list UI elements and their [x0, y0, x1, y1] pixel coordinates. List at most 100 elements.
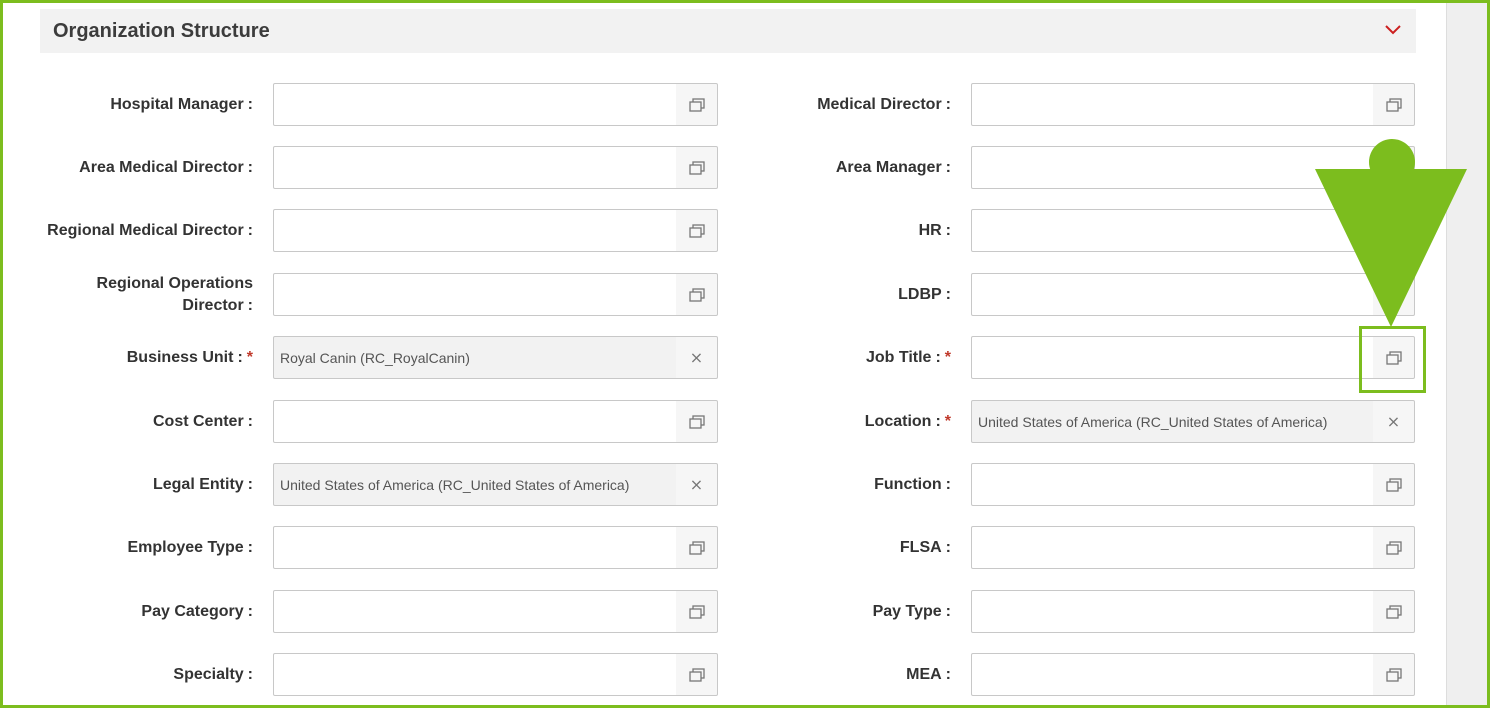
- regional-operations-director-label: Regional Operations Director:: [63, 273, 253, 317]
- screenshot-frame: Organization Structure Hospital Manager:…: [0, 0, 1490, 708]
- required-marker: *: [246, 349, 253, 366]
- label-text: Location: [864, 413, 932, 430]
- label-text: LDBP: [898, 286, 942, 303]
- label-separator: :: [237, 349, 243, 366]
- label-separator: :: [945, 159, 951, 176]
- label-text: Medical Director: [817, 96, 942, 113]
- mea-label: MEA:: [721, 664, 951, 686]
- area-medical-director-input[interactable]: [273, 146, 677, 189]
- label-separator: :: [247, 476, 253, 493]
- flsa-input[interactable]: [971, 526, 1374, 569]
- label-separator: :: [247, 297, 253, 314]
- chevron-down-icon[interactable]: [1384, 23, 1402, 37]
- label-text: Area Manager: [835, 159, 942, 176]
- location-input[interactable]: United States of America (RC_United Stat…: [971, 400, 1374, 443]
- label-text: HR: [918, 222, 942, 239]
- label-separator: :: [247, 159, 253, 176]
- hospital-manager-lookup-button[interactable]: [676, 83, 718, 126]
- label-separator: :: [945, 539, 951, 556]
- lookup-icon: [688, 604, 705, 619]
- location-clear-button[interactable]: ×: [1373, 400, 1415, 443]
- label-separator: :: [247, 413, 253, 430]
- hospital-manager-input[interactable]: [273, 83, 677, 126]
- label-separator: :: [945, 476, 951, 493]
- label-text: MEA: [906, 666, 942, 683]
- lookup-icon: [688, 540, 705, 555]
- label-separator: :: [247, 539, 253, 556]
- pay-type-input[interactable]: [971, 590, 1374, 633]
- regional-operations-director-input[interactable]: [273, 273, 677, 316]
- required-marker: *: [944, 349, 951, 366]
- label-text: Business Unit: [126, 349, 234, 366]
- legal-entity-input[interactable]: United States of America (RC_United Stat…: [273, 463, 677, 506]
- label-separator: :: [945, 286, 951, 303]
- function-lookup-button[interactable]: [1373, 463, 1415, 506]
- area-medical-director-lookup-button[interactable]: [676, 146, 718, 189]
- clear-icon: ×: [1386, 412, 1401, 431]
- label-text: Legal Entity: [152, 476, 244, 493]
- label-text: Pay Type: [872, 603, 942, 620]
- job-title-input[interactable]: [971, 336, 1374, 379]
- lookup-icon: [688, 97, 705, 112]
- label-text: FLSA: [899, 539, 942, 556]
- label-separator: :: [247, 222, 253, 239]
- label-separator: :: [935, 413, 941, 430]
- label-text: Cost Center: [152, 413, 244, 430]
- cost-center-label: Cost Center:: [23, 411, 253, 433]
- label-text: Regional Operations Director: [96, 275, 253, 314]
- specialty-lookup-button[interactable]: [676, 653, 718, 696]
- specialty-input[interactable]: [273, 653, 677, 696]
- business-unit-clear-button[interactable]: ×: [676, 336, 718, 379]
- ldbp-label: LDBP:: [721, 284, 951, 306]
- employee-type-lookup-button[interactable]: [676, 526, 718, 569]
- lookup-icon: [688, 223, 705, 238]
- flsa-label: FLSA:: [721, 537, 951, 559]
- regional-medical-director-input[interactable]: [273, 209, 677, 252]
- lookup-icon: [688, 667, 705, 682]
- pay-category-input[interactable]: [273, 590, 677, 633]
- mea-lookup-button[interactable]: [1373, 653, 1415, 696]
- pay-category-label: Pay Category:: [23, 601, 253, 623]
- pay-type-label: Pay Type:: [721, 601, 951, 623]
- label-separator: :: [247, 96, 253, 113]
- lookup-icon: [688, 414, 705, 429]
- regional-operations-director-lookup-button[interactable]: [676, 273, 718, 316]
- lookup-icon: [1385, 604, 1402, 619]
- cost-center-lookup-button[interactable]: [676, 400, 718, 443]
- section-header[interactable]: Organization Structure: [40, 9, 1416, 53]
- business-unit-label: Business Unit: *: [23, 347, 253, 369]
- label-text: Regional Medical Director: [47, 222, 244, 239]
- flsa-lookup-button[interactable]: [1373, 526, 1415, 569]
- lookup-icon: [1385, 667, 1402, 682]
- hr-label: HR:: [721, 220, 951, 242]
- mea-input[interactable]: [971, 653, 1374, 696]
- lookup-icon: [688, 287, 705, 302]
- label-text: Specialty: [173, 666, 244, 683]
- pay-type-lookup-button[interactable]: [1373, 590, 1415, 633]
- label-separator: :: [945, 603, 951, 620]
- specialty-label: Specialty:: [23, 664, 253, 686]
- job-title-label: Job Title: *: [721, 347, 951, 369]
- lookup-icon: [1385, 540, 1402, 555]
- cost-center-input[interactable]: [273, 400, 677, 443]
- employee-type-input[interactable]: [273, 526, 677, 569]
- label-text: Pay Category: [141, 603, 244, 620]
- business-unit-input[interactable]: Royal Canin (RC_RoyalCanin): [273, 336, 677, 379]
- label-text: Area Medical Director: [79, 159, 244, 176]
- medical-director-label: Medical Director:: [721, 94, 951, 116]
- label-separator: :: [945, 96, 951, 113]
- pay-category-lookup-button[interactable]: [676, 590, 718, 633]
- label-separator: :: [935, 349, 941, 366]
- label-text: Job Title: [865, 349, 932, 366]
- required-marker: *: [944, 413, 951, 430]
- medical-director-lookup-button[interactable]: [1373, 83, 1415, 126]
- scrollbar[interactable]: [1446, 3, 1487, 705]
- employee-type-label: Employee Type:: [23, 537, 253, 559]
- location-label: Location: *: [721, 411, 951, 433]
- area-manager-label: Area Manager:: [721, 157, 951, 179]
- legal-entity-clear-button[interactable]: ×: [676, 463, 718, 506]
- function-input[interactable]: [971, 463, 1374, 506]
- medical-director-input[interactable]: [971, 83, 1374, 126]
- hospital-manager-label: Hospital Manager:: [23, 94, 253, 116]
- regional-medical-director-lookup-button[interactable]: [676, 209, 718, 252]
